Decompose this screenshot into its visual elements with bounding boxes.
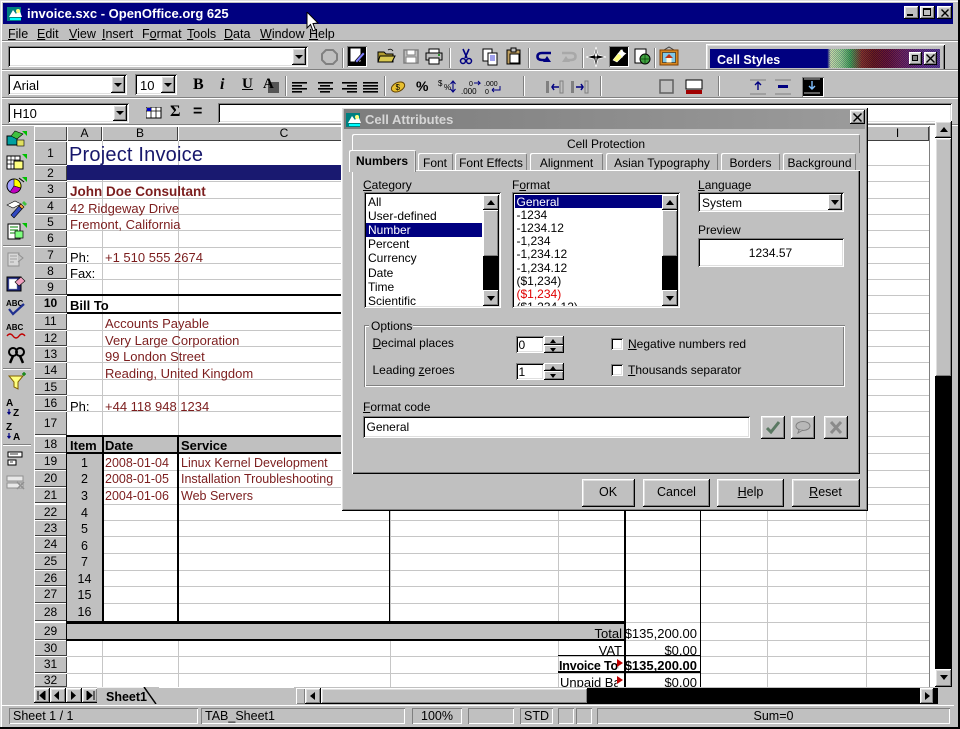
- svg-text:$: $: [438, 79, 443, 88]
- svg-text:.000: .000: [461, 87, 477, 96]
- svg-text:.000: .000: [484, 81, 498, 88]
- svg-text:A: A: [13, 432, 20, 442]
- svg-text:Z: Z: [6, 422, 12, 433]
- svg-text:0: 0: [485, 89, 489, 96]
- svg-text:Z: Z: [13, 408, 19, 418]
- svg-text:%: %: [444, 83, 451, 92]
- svg-text:$: $: [396, 83, 401, 92]
- svg-text:ABC: ABC: [6, 323, 24, 332]
